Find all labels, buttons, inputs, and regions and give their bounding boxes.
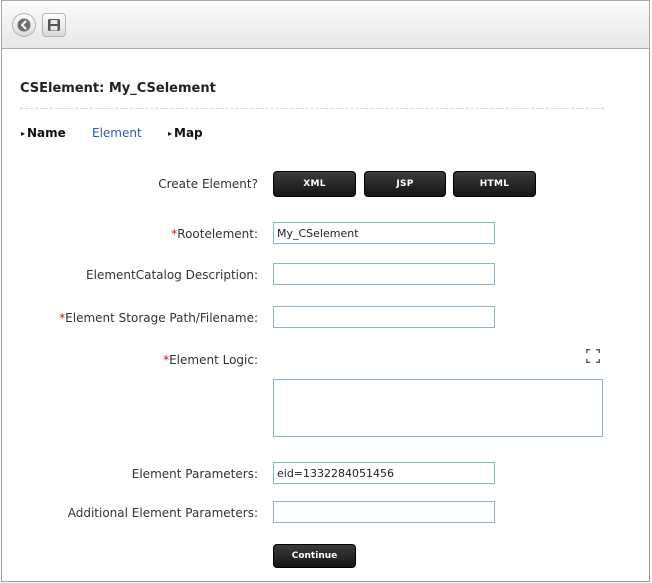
title-divider <box>20 108 604 109</box>
catalog-description-label: ElementCatalog Description: <box>86 268 258 282</box>
storage-path-input[interactable] <box>273 306 495 328</box>
element-logic-label: *Element Logic: <box>163 353 258 367</box>
tab-map[interactable]: ▸ Map <box>168 126 203 140</box>
jsp-button[interactable]: JSP <box>364 171 446 197</box>
rootelement-input[interactable] <box>273 222 495 244</box>
catalog-description-input[interactable] <box>273 263 495 285</box>
html-button[interactable]: HTML <box>453 171 536 197</box>
tab-element[interactable]: Element <box>92 126 142 140</box>
tab-name-label: Name <box>27 126 66 140</box>
additional-parameters-input[interactable] <box>273 501 495 523</box>
save-button[interactable] <box>42 13 66 37</box>
toolbar <box>1 0 650 49</box>
continue-button[interactable]: Continue <box>273 544 356 568</box>
rootelement-label: *Rootelement: <box>171 227 258 241</box>
expand-editor-icon[interactable] <box>585 348 601 364</box>
back-button[interactable] <box>12 13 36 37</box>
triangle-right-icon: ▸ <box>21 129 26 138</box>
tab-map-label: Map <box>174 126 203 140</box>
save-disk-icon <box>48 19 60 31</box>
create-element-label: Create Element? <box>158 177 258 191</box>
xml-button[interactable]: XML <box>273 171 356 197</box>
element-parameters-input[interactable] <box>273 462 495 484</box>
element-parameters-label: Element Parameters: <box>131 467 258 481</box>
page-title: CSElement: My_CSelement <box>20 81 216 96</box>
storage-path-label: *Element Storage Path/Filename: <box>59 311 258 325</box>
tab-element-label: Element <box>92 126 142 140</box>
tab-name[interactable]: ▸ Name <box>21 126 66 140</box>
additional-parameters-label: Additional Element Parameters: <box>67 506 258 520</box>
element-logic-textarea[interactable] <box>273 379 603 437</box>
triangle-right-icon: ▸ <box>168 129 173 138</box>
back-arrow-icon <box>17 18 31 32</box>
